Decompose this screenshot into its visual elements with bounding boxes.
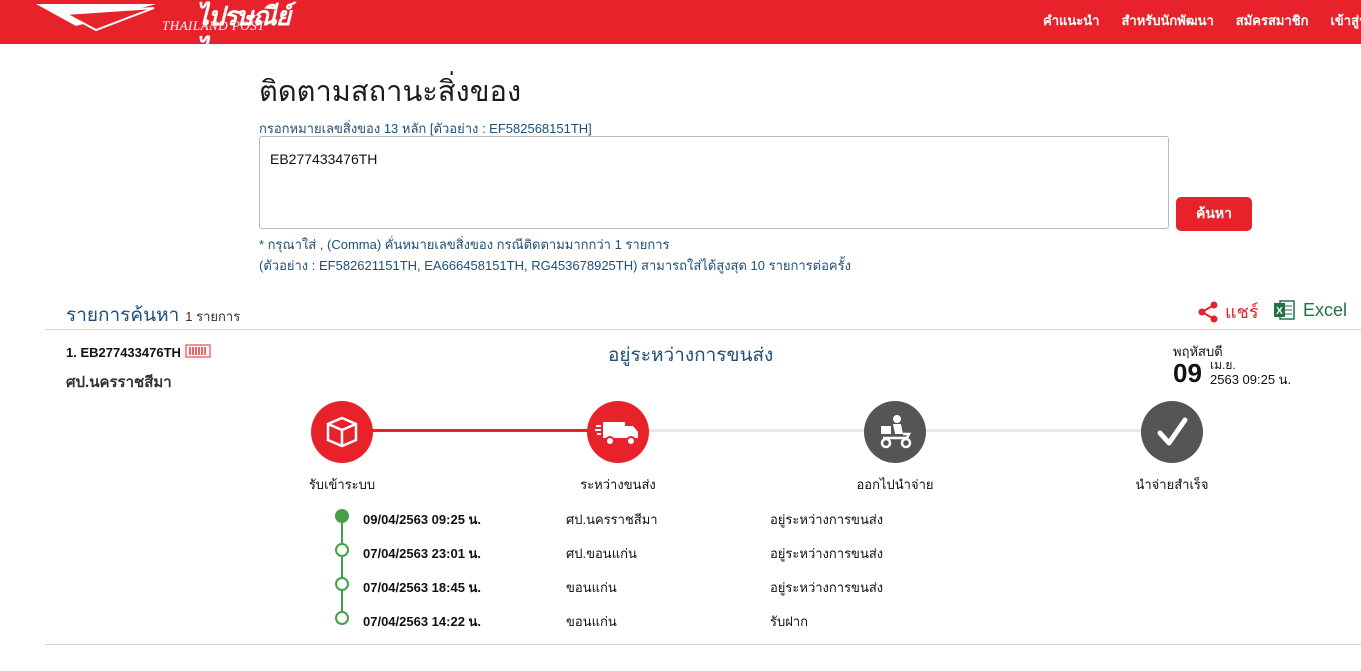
excel-icon: X — [1274, 300, 1295, 320]
nav-guide[interactable]: คำแนะนำ — [1043, 10, 1099, 31]
timeline-dot-current — [335, 509, 349, 523]
share-icon — [1198, 301, 1218, 322]
example-note: (ตัวอย่าง : EF582621151TH, EA666458151TH… — [259, 258, 851, 273]
logo-thai-text: ไปรษณีย์ไทย — [196, 2, 291, 65]
nav-register[interactable]: สมัครสมาชิก — [1236, 10, 1309, 31]
timeline-status: อยู่ระหว่างการขนส่ง — [770, 580, 884, 595]
step-label-in-transit: ระหว่างขนส่ง — [580, 477, 656, 492]
top-bar: ไปรษณีย์ไทย THAILAND POST คำแนะนำ สำหรับ… — [0, 0, 1361, 65]
timeline-date: 09/04/2563 09:25 น. — [363, 512, 482, 527]
nav-login[interactable]: เข้าสู่ระ — [1330, 10, 1361, 31]
thailand-post-logo[interactable]: ไปรษณีย์ไทย THAILAND POST — [36, 0, 296, 65]
step-label-out-for-delivery: ออกไปนำจ่าย — [856, 477, 934, 492]
timeline-status: รับฝาก — [770, 614, 809, 629]
scooter-icon — [880, 415, 912, 449]
day-number: 09 — [1173, 358, 1202, 388]
excel-export-button[interactable]: X Excel — [1273, 299, 1347, 321]
timeline-place: ขอนแก่น — [566, 580, 617, 595]
wing-logo-icon — [36, 4, 156, 32]
barcode-icon[interactable] — [185, 344, 211, 360]
timeline-status: อยู่ระหว่างการขนส่ง — [770, 512, 884, 527]
svg-text:X: X — [1276, 306, 1283, 317]
page-title: ติดตามสถานะสิ่งของ — [259, 76, 522, 108]
results-heading: รายการค้นหา 1 รายการ — [66, 300, 240, 330]
step-received — [311, 401, 373, 463]
step-in-transit — [587, 401, 649, 463]
timeline-status: อยู่ระหว่างการขนส่ง — [770, 546, 884, 561]
excel-label: Excel — [1303, 299, 1348, 320]
comma-note: * กรุณาใส่ , (Comma) คั่นหมายเลขสิ่งของ … — [259, 237, 670, 252]
logo-english-text: THAILAND POST — [162, 18, 265, 33]
timeline-dot — [335, 543, 349, 557]
timeline-place: ศป.ขอนแก่น — [566, 546, 637, 561]
tracking-number-input[interactable]: EB277433476TH — [259, 136, 1169, 229]
progress-line-done — [342, 429, 618, 432]
timeline-place: ขอนแก่น — [566, 614, 617, 629]
results-count: 1 รายการ — [185, 309, 241, 324]
step-delivered — [1141, 401, 1203, 463]
item-status: อยู่ระหว่างการขนส่ง — [608, 345, 774, 366]
timeline-date: 07/04/2563 14:22 น. — [363, 614, 482, 629]
timeline-line — [341, 515, 343, 618]
timeline-date: 07/04/2563 23:01 น. — [363, 546, 482, 561]
truck-icon — [595, 422, 638, 446]
nav-developers[interactable]: สำหรับนักพัฒนา — [1121, 10, 1213, 31]
year-time: 2563 09:25 น. — [1210, 372, 1292, 387]
divider — [45, 329, 1361, 330]
search-button[interactable]: ค้นหา — [1176, 197, 1252, 231]
top-nav: คำแนะนำ สำหรับนักพัฒนา สมัครสมาชิก เข้าส… — [1021, 0, 1361, 40]
item-number[interactable]: 1. EB277433476TH — [66, 344, 211, 360]
results-title: รายการค้นหา — [66, 305, 180, 326]
item-number-text: 1. EB277433476TH — [66, 344, 181, 360]
divider — [45, 644, 1361, 645]
timeline-dot — [335, 577, 349, 591]
step-out-for-delivery — [864, 401, 926, 463]
timeline-dot — [335, 611, 349, 625]
box-icon — [326, 416, 358, 448]
share-button[interactable]: แชร์ — [1197, 297, 1259, 326]
item-office: ศป.นครราชสีมา — [66, 374, 172, 391]
step-label-received: รับเข้าระบบ — [308, 477, 376, 492]
step-label-delivered: นำจ่ายสำเร็จ — [1135, 477, 1209, 492]
share-label: แชร์ — [1225, 302, 1259, 322]
check-icon — [1157, 417, 1188, 446]
timeline-date: 07/04/2563 18:45 น. — [363, 580, 482, 595]
timeline-place: ศป.นครราชสีมา — [566, 512, 658, 527]
